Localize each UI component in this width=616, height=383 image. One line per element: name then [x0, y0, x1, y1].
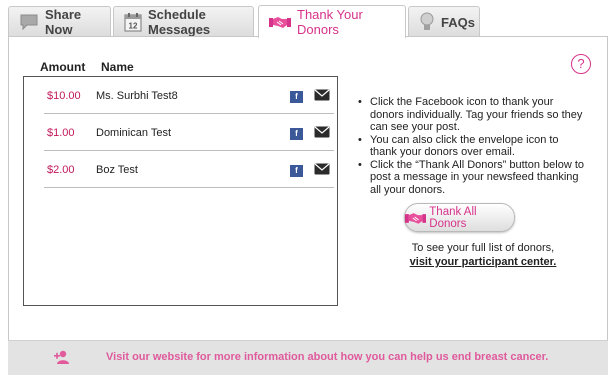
table-row: $10.00 Ms. Surbhi Test8 f [44, 77, 334, 114]
donor-name: Ms. Surbhi Test8 [96, 90, 178, 102]
button-label: Thank All Donors [429, 205, 477, 230]
donor-name: Dominican Test [96, 127, 171, 139]
tab-bar: Share Now 12 Schedule Messages Thank You… [0, 0, 616, 38]
instructions-list: Click the Facebook icon to thank your do… [358, 96, 588, 196]
column-header-name: Name [101, 60, 134, 74]
tab-schedule-messages[interactable]: 12 Schedule Messages [113, 6, 254, 37]
tab-label: Schedule Messages [148, 7, 211, 37]
table-row: $1.00 Dominican Test f [44, 114, 334, 151]
tab-label: Thank Your Donors [297, 7, 363, 37]
column-header-amount: Amount [40, 60, 86, 74]
envelope-icon[interactable] [314, 126, 330, 141]
tab-share-now[interactable]: Share Now [8, 6, 111, 37]
footer-text[interactable]: Visit our website for more information a… [106, 351, 548, 363]
add-user-icon [54, 350, 70, 369]
handshake-icon [405, 212, 427, 224]
participant-center-link[interactable]: visit your participant center. [358, 256, 608, 268]
tab-thank-your-donors[interactable]: Thank Your Donors [258, 5, 406, 38]
instruction-item: Click the Facebook icon to thank your do… [358, 96, 588, 134]
tab-faqs[interactable]: FAQs [408, 6, 480, 37]
tab-label: FAQs [441, 14, 475, 30]
donor-amount: $2.00 [47, 164, 75, 176]
table-row: $2.00 Boz Test f [44, 151, 334, 188]
svg-text:12: 12 [129, 22, 138, 31]
help-icon[interactable]: ? [571, 54, 591, 74]
donor-list-note: To see your full list of donors, [411, 242, 555, 254]
footer-bar: Visit our website for more information a… [8, 340, 608, 375]
facebook-icon[interactable]: f [290, 128, 303, 140]
donor-amount: $10.00 [47, 90, 81, 102]
instruction-item: Click the “Thank All Donors” button belo… [358, 159, 588, 197]
thank-all-donors-button[interactable]: Thank All Donors [404, 203, 515, 232]
facebook-icon[interactable]: f [290, 91, 303, 103]
donor-name: Boz Test [96, 164, 138, 176]
donor-list[interactable]: $10.00 Ms. Surbhi Test8 f $1.00 Dominica… [23, 76, 338, 306]
tab-label: Share Now [45, 7, 82, 37]
speech-bubble-icon [19, 13, 39, 31]
envelope-icon[interactable] [314, 163, 330, 178]
lightbulb-icon [419, 12, 435, 32]
facebook-icon[interactable]: f [290, 165, 303, 177]
handshake-icon [269, 15, 291, 29]
instruction-item: You can also click the envelope icon to … [358, 134, 588, 159]
envelope-icon[interactable] [314, 89, 330, 104]
calendar-icon: 12 [124, 12, 142, 32]
donor-amount: $1.00 [47, 127, 75, 139]
